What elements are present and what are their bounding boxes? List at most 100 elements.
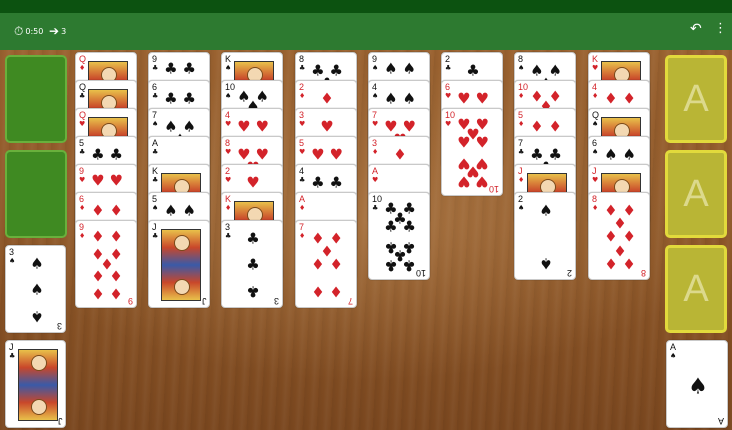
card-rank: 6 — [152, 82, 158, 92]
card-rank: 9 — [152, 54, 158, 64]
card-10-of-clubs[interactable]: 10 ♣ 10 ♣ ♣ ♣ ♣ ♣ ♣ ♣ ♣ ♣ ♣ — [368, 192, 430, 280]
card-9-of-diamonds[interactable]: 9 ♦ 9 ♦ ♦ ♦ ♦ ♦ ♦ ♦ ♦ ♦ — [75, 220, 137, 308]
card-suit: ♣ — [9, 352, 16, 360]
card-suit: ♥ — [225, 120, 232, 128]
card-rank: A — [152, 138, 159, 148]
card-suit: ♠ — [152, 120, 159, 128]
card-rank: 10 — [445, 110, 456, 120]
suit-pip: ♠ — [539, 201, 553, 220]
card-suit: ♦ — [299, 92, 306, 100]
suit-pip: ♣ — [91, 145, 105, 164]
card-suit: ♣ — [152, 92, 159, 100]
card-rank-corner: 3 — [273, 296, 279, 306]
card-3-of-spades[interactable]: 3 ♠ 3 ♠ ♠ ♠ — [5, 245, 66, 333]
card-rank: 5 — [152, 194, 158, 204]
suit-pip: ♣ — [109, 145, 123, 164]
card-rank: K — [225, 194, 232, 204]
card-rank: Q — [79, 110, 87, 120]
card-rank: 2 — [518, 194, 524, 204]
suit-pip: ♠ — [384, 89, 398, 108]
suit-pip: ♦ — [320, 89, 334, 108]
card-rank: 9 — [79, 222, 85, 232]
card-10-of-hearts[interactable]: 10 ♥ 10 ♥ ♥ ♥ ♥ ♥ ♥ ♥ ♥ ♥ ♥ — [441, 108, 503, 196]
card-rank: A — [670, 342, 677, 352]
card-suit: ♥ — [592, 64, 599, 72]
card-rank-corner: A — [717, 416, 724, 426]
suit-pip: ♣ — [164, 59, 178, 78]
suit-pip: ♣ — [329, 173, 343, 192]
suit-pip: ♦ — [109, 284, 123, 303]
card-7-of-diamonds[interactable]: 7 ♦ 7 ♦ ♦ ♦ ♦ ♦ ♦ ♦ — [295, 220, 357, 308]
card-8-of-diamonds[interactable]: 8 ♦ 8 ♦ ♦ ♦ ♦ ♦ ♦ ♦ ♦ — [588, 192, 650, 280]
card-j-of-clubs[interactable]: J ♣ J — [5, 340, 66, 428]
card-rank: 4 — [372, 82, 378, 92]
free-cell-1[interactable] — [5, 55, 67, 143]
card-rank: 2 — [299, 82, 305, 92]
suit-pip: ♦ — [109, 201, 123, 220]
card-suit: ♣ — [152, 64, 159, 72]
suit-pip: ♥ — [457, 89, 471, 108]
card-rank: 4 — [592, 82, 598, 92]
free-cell-2[interactable] — [5, 150, 67, 238]
card-suit: ♠ — [592, 148, 599, 156]
suit-pip: ♦ — [329, 255, 343, 274]
suit-pip: ♣ — [246, 255, 260, 274]
card-suit: ♣ — [152, 232, 159, 240]
suit-pip: ♦ — [329, 282, 343, 301]
suit-pip: ♦ — [530, 117, 544, 136]
card-suit: ♣ — [299, 176, 306, 184]
suit-pip: ♦ — [622, 254, 636, 273]
card-suit: ♦ — [518, 120, 525, 128]
system-status-bar — [0, 0, 732, 13]
foundation-label: A — [683, 267, 709, 310]
card-suit: ♦ — [79, 64, 86, 72]
card-rank-corner: J — [57, 416, 63, 426]
card-suit: ♥ — [372, 120, 379, 128]
foundation-label: A — [683, 77, 709, 120]
card-3-of-clubs[interactable]: 3 ♣ 3 ♣ ♣ ♣ — [221, 220, 283, 308]
suit-pip: ♦ — [311, 255, 325, 274]
card-rank: 3 — [372, 138, 378, 148]
card-rank: 6 — [592, 138, 598, 148]
foundation-3[interactable]: A — [665, 245, 727, 333]
timer-value: 0:50 — [25, 26, 44, 36]
game-table: 3♠3♠♠♠J♣J AAAA♠A♠ Q♦QQ♣QQ♥Q5♣5♣♣♣♣♣9♥9♥♥… — [0, 50, 732, 430]
card-rank-corner: 7 — [347, 296, 353, 306]
suit-pip: ♦ — [109, 266, 123, 285]
card-suit: ♦ — [592, 204, 599, 212]
card-rank: 7 — [299, 222, 305, 232]
card-suit: ♠ — [372, 64, 379, 72]
arrow-right-icon: ➔ — [49, 24, 60, 38]
overflow-menu-button[interactable]: ⋮ — [714, 21, 727, 36]
card-suit: ♥ — [225, 148, 232, 156]
suit-pip: ♠ — [402, 89, 416, 108]
card-rank: 3 — [9, 247, 15, 257]
suit-pip: ♥ — [457, 133, 471, 152]
undo-icon: ↶ — [690, 21, 702, 37]
foundation-2[interactable]: A — [665, 150, 727, 238]
suit-pip: ♣ — [384, 217, 398, 236]
suit-pip: ♦ — [393, 145, 407, 164]
suit-pip: ♦ — [548, 117, 562, 136]
card-2-of-spades[interactable]: 2 ♠ 2 ♠ ♠ — [514, 192, 576, 280]
foundation-1[interactable]: A — [665, 55, 727, 143]
suit-pip: ♥ — [329, 145, 343, 164]
card-rank: 3 — [225, 222, 231, 232]
card-suit: ♣ — [225, 232, 232, 240]
card-j-of-clubs[interactable]: J ♣ J — [148, 220, 210, 308]
suit-pip: ♣ — [402, 217, 416, 236]
suit-pip: ♥ — [91, 171, 105, 190]
card-suit: ♦ — [372, 148, 379, 156]
card-a-of-spades[interactable]: A ♠ A ♠ — [666, 340, 728, 428]
card-suit: ♣ — [79, 92, 86, 100]
more-vertical-icon: ⋮ — [714, 21, 727, 36]
card-suit: ♥ — [299, 120, 306, 128]
card-suit: ♣ — [299, 64, 306, 72]
card-suit: ♥ — [79, 176, 86, 184]
card-suit: ♦ — [79, 232, 86, 240]
undo-button[interactable]: ↶ — [690, 21, 702, 37]
card-suit: ♦ — [299, 204, 306, 212]
card-rank: J — [152, 222, 157, 232]
card-rank: A — [372, 166, 379, 176]
suit-pip: ♠ — [604, 145, 618, 164]
